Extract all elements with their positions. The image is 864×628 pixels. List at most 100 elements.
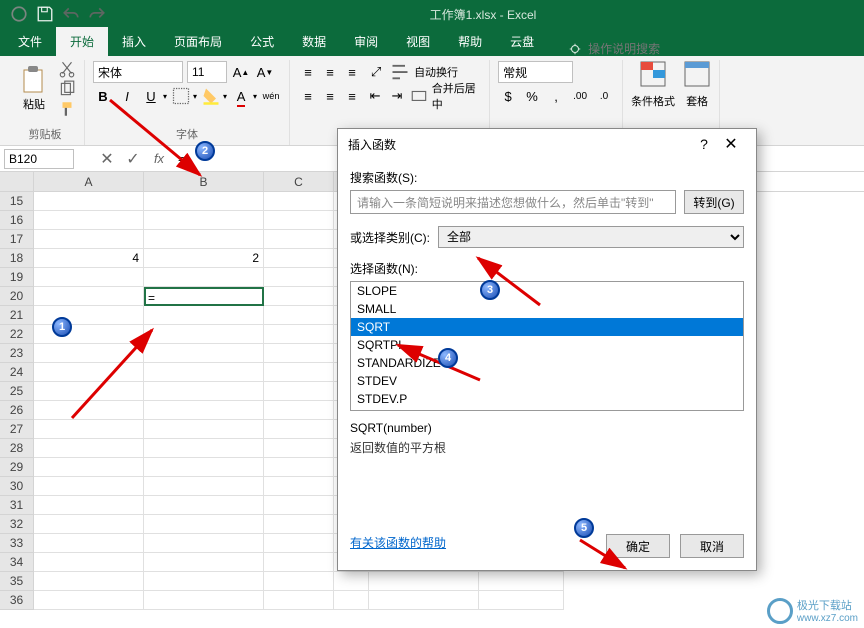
row-header[interactable]: 19	[0, 268, 34, 287]
align-top-icon[interactable]: ≡	[298, 62, 318, 82]
cell[interactable]	[264, 534, 334, 553]
dialog-titlebar[interactable]: 插入函数 ? ✕	[338, 129, 756, 159]
currency-icon[interactable]: $	[498, 86, 518, 106]
increase-font-icon[interactable]: A▲	[231, 62, 251, 82]
row-header[interactable]: 29	[0, 458, 34, 477]
font-size-select[interactable]	[187, 61, 227, 83]
cell[interactable]	[264, 591, 334, 610]
tab-insert[interactable]: 插入	[108, 27, 160, 56]
cell[interactable]	[144, 192, 264, 211]
accept-formula-icon[interactable]: ✓	[122, 148, 144, 170]
function-item[interactable]: STDEV	[351, 372, 743, 390]
cell[interactable]	[264, 515, 334, 534]
row-header[interactable]: 26	[0, 401, 34, 420]
cell[interactable]	[34, 363, 144, 382]
cell[interactable]	[264, 211, 334, 230]
row-header[interactable]: 25	[0, 382, 34, 401]
increase-indent-icon[interactable]: ⇥	[388, 86, 406, 106]
cell[interactable]	[264, 553, 334, 572]
cell[interactable]	[264, 306, 334, 325]
cell[interactable]	[479, 572, 564, 591]
cell[interactable]	[264, 458, 334, 477]
row-header[interactable]: 33	[0, 534, 34, 553]
row-header[interactable]: 28	[0, 439, 34, 458]
cell[interactable]	[34, 496, 144, 515]
cell[interactable]	[144, 496, 264, 515]
comma-icon[interactable]: ,	[546, 86, 566, 106]
cell[interactable]	[144, 591, 264, 610]
cell[interactable]	[144, 363, 264, 382]
cell[interactable]	[144, 211, 264, 230]
function-list[interactable]: SLOPESMALLSQRTSQRTPISTANDARDIZESTDEVSTDE…	[350, 281, 744, 411]
cell[interactable]	[144, 382, 264, 401]
row-header[interactable]: 36	[0, 591, 34, 610]
cell[interactable]	[34, 439, 144, 458]
cell[interactable]	[34, 192, 144, 211]
cell[interactable]	[264, 477, 334, 496]
cell[interactable]	[34, 534, 144, 553]
row-header[interactable]: 32	[0, 515, 34, 534]
name-box[interactable]	[4, 149, 74, 169]
col-header-B[interactable]: B	[144, 172, 264, 191]
insert-function-button[interactable]: fx	[148, 148, 170, 170]
row-header[interactable]: 21	[0, 306, 34, 325]
tab-layout[interactable]: 页面布局	[160, 27, 236, 56]
autosave-icon[interactable]	[10, 5, 28, 23]
cell[interactable]	[34, 515, 144, 534]
row-header[interactable]: 34	[0, 553, 34, 572]
function-item[interactable]: SQRT	[351, 318, 743, 336]
cell[interactable]	[144, 458, 264, 477]
conditional-format-icon[interactable]	[639, 60, 667, 88]
cell[interactable]	[144, 230, 264, 249]
cell[interactable]	[264, 382, 334, 401]
cell[interactable]	[264, 401, 334, 420]
cancel-formula-icon[interactable]: ✕	[96, 148, 118, 170]
tab-help[interactable]: 帮助	[444, 27, 496, 56]
font-color-button[interactable]: A	[231, 86, 251, 106]
row-header[interactable]: 20	[0, 287, 34, 306]
cell[interactable]	[144, 572, 264, 591]
row-header[interactable]: 15	[0, 192, 34, 211]
align-center-icon[interactable]: ≡	[320, 86, 340, 106]
tab-review[interactable]: 审阅	[340, 27, 392, 56]
cell[interactable]	[144, 325, 264, 344]
row-header[interactable]: 24	[0, 363, 34, 382]
number-format-select[interactable]	[498, 61, 573, 83]
cancel-button[interactable]: 取消	[680, 534, 744, 558]
align-left-icon[interactable]: ≡	[298, 86, 318, 106]
align-right-icon[interactable]: ≡	[342, 86, 362, 106]
function-item[interactable]: STANDARDIZE	[351, 354, 743, 372]
cell[interactable]	[369, 572, 479, 591]
cell[interactable]	[34, 553, 144, 572]
save-icon[interactable]	[36, 5, 54, 23]
row-header[interactable]: 22	[0, 325, 34, 344]
cut-icon[interactable]	[58, 60, 76, 78]
chevron-down-icon[interactable]: ▾	[253, 92, 257, 101]
decrease-indent-icon[interactable]: ⇤	[366, 86, 384, 106]
function-item[interactable]: STDEV.P	[351, 390, 743, 408]
increase-decimal-icon[interactable]: .00	[570, 86, 590, 106]
cell[interactable]	[144, 515, 264, 534]
cell[interactable]	[369, 591, 479, 610]
function-item[interactable]: SLOPE	[351, 282, 743, 300]
row-header[interactable]: 30	[0, 477, 34, 496]
cell[interactable]	[264, 572, 334, 591]
align-bottom-icon[interactable]: ≡	[342, 62, 362, 82]
cell[interactable]	[264, 363, 334, 382]
wrap-text-icon[interactable]	[390, 62, 410, 82]
tab-view[interactable]: 视图	[392, 27, 444, 56]
border-button[interactable]	[171, 86, 191, 106]
cell[interactable]	[144, 268, 264, 287]
cell[interactable]	[479, 591, 564, 610]
chevron-down-icon[interactable]: ▾	[163, 92, 167, 101]
cell[interactable]	[264, 344, 334, 363]
tell-me[interactable]	[568, 42, 688, 56]
cell[interactable]	[34, 420, 144, 439]
cell[interactable]: 4	[34, 249, 144, 268]
function-help-link[interactable]: 有关该函数的帮助	[350, 534, 446, 558]
ok-button[interactable]: 确定	[606, 534, 670, 558]
cell[interactable]	[144, 401, 264, 420]
go-button[interactable]: 转到(G)	[684, 190, 744, 214]
bold-button[interactable]: B	[93, 86, 113, 106]
cell[interactable]	[144, 439, 264, 458]
